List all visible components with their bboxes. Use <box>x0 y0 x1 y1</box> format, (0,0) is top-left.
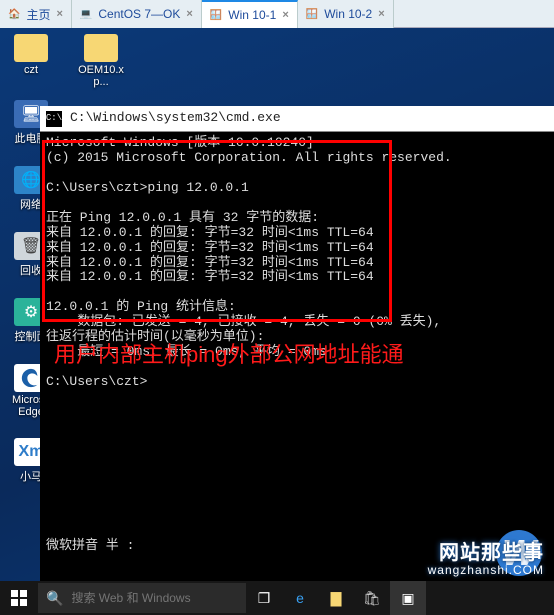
watermark-line2: wangzhanshi.COM <box>428 563 544 577</box>
desktop-icon-oem10[interactable]: OEM10.xp... <box>76 34 126 88</box>
tab-label: Win 10-1 <box>228 8 276 22</box>
start-button[interactable] <box>0 581 38 615</box>
taskbar: 🔍 ❐ e ▇ 🛍 ▣ <box>0 581 554 615</box>
watermark-line1: 网站那些事 <box>439 536 544 565</box>
close-icon[interactable]: × <box>378 8 384 20</box>
taskbar-search[interactable]: 🔍 <box>38 583 246 613</box>
tab-centos[interactable]: 💻 CentOS 7—OK × <box>72 0 202 28</box>
cmd-title-text: C:\Windows\system32\cmd.exe <box>70 111 281 126</box>
tab-win10-1[interactable]: 🪟 Win 10-1 × <box>202 0 298 28</box>
taskbar-edge[interactable]: e <box>282 581 318 615</box>
folder-icon <box>84 34 118 62</box>
search-icon: 🔍 <box>46 590 63 607</box>
tab-label: 主页 <box>26 6 50 23</box>
folder-icon <box>14 34 48 62</box>
tab-home[interactable]: 🏠 主页 × <box>0 0 72 28</box>
vm-icon: 🪟 <box>210 10 222 21</box>
vm-tabs: 🏠 主页 × 💻 CentOS 7—OK × 🪟 Win 10-1 × 🪟 Wi… <box>0 0 554 28</box>
vm-icon: 🪟 <box>306 9 318 20</box>
desktop-top-row: czt OEM10.xp... <box>6 34 126 88</box>
close-icon[interactable]: × <box>282 9 288 21</box>
tab-label: CentOS 7—OK <box>98 7 180 21</box>
taskbar-cmd[interactable]: ▣ <box>390 581 426 615</box>
icon-label: OEM10.xp... <box>76 64 126 88</box>
taskbar-store[interactable]: 🛍 <box>354 581 390 615</box>
icon-label: czt <box>24 64 38 76</box>
cmd-titlebar[interactable]: C:\ C:\Windows\system32\cmd.exe <box>40 106 554 132</box>
close-icon[interactable]: × <box>186 8 192 20</box>
home-icon: 🏠 <box>8 9 20 20</box>
task-view-button[interactable]: ❐ <box>246 581 282 615</box>
taskbar-explorer[interactable]: ▇ <box>318 581 354 615</box>
search-input[interactable] <box>71 591 238 605</box>
desktop-icon-czt[interactable]: czt <box>6 34 56 88</box>
cmd-window: C:\ C:\Windows\system32\cmd.exe Microsof… <box>40 106 554 587</box>
icon-label: 网络 <box>20 196 42 212</box>
cmd-icon: C:\ <box>46 111 62 127</box>
annotation-text: 用户内部主机ping外部公网地址能通 <box>54 342 404 367</box>
icon-label: 回收 <box>20 262 42 278</box>
close-icon[interactable]: × <box>56 8 62 20</box>
icon-label: 小马 <box>20 468 42 484</box>
vm-icon: 💻 <box>80 9 92 20</box>
tab-label: Win 10-2 <box>324 7 372 21</box>
tab-win10-2[interactable]: 🪟 Win 10-2 × <box>298 0 394 28</box>
